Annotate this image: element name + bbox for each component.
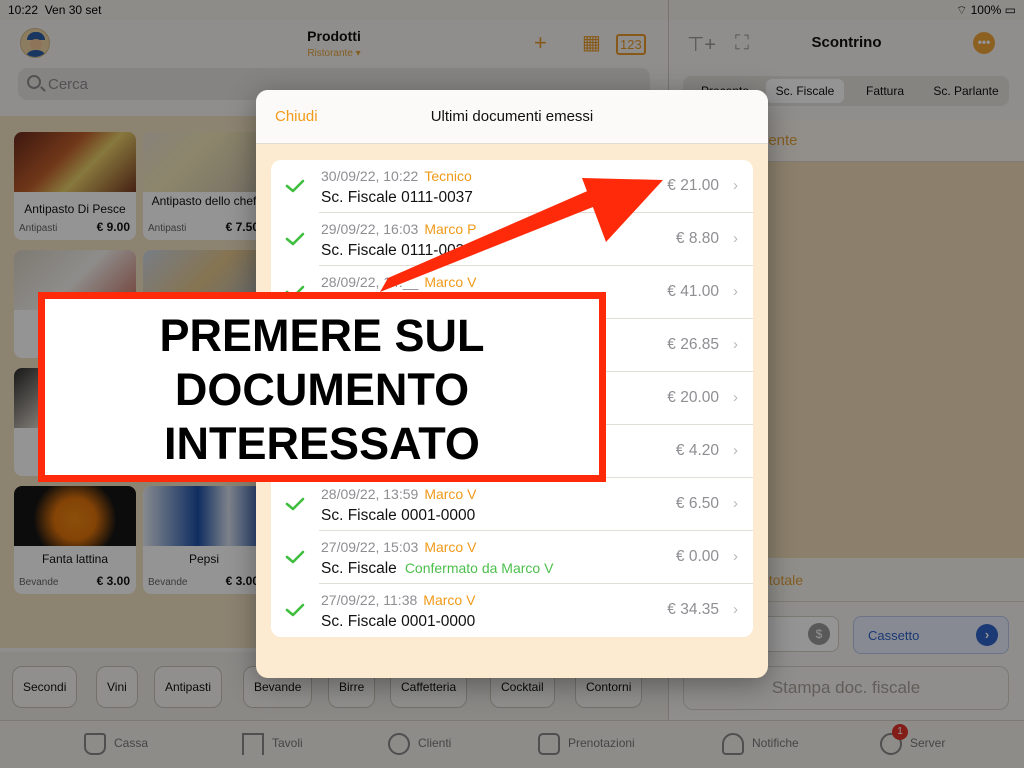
modal-header: Chiudi Ultimi documenti emessi <box>256 90 768 144</box>
chevron-right-icon: › <box>733 230 738 247</box>
chevron-right-icon: › <box>733 177 738 194</box>
checkmark-icon <box>285 497 305 511</box>
document-row[interactable]: 29/09/22, 16:03 Marco P Sc. Fiscale 0111-0… <box>271 213 753 266</box>
document-row[interactable]: 27/09/22, 11:38 Marco V Sc. Fiscale 0001-0… <box>271 584 753 637</box>
document-amount: € 8.80 <box>675 230 719 247</box>
chevron-right-icon: › <box>733 336 738 353</box>
document-number: Sc. Fiscale 0111-0036 <box>321 242 473 259</box>
checkmark-icon <box>285 232 305 246</box>
document-amount: € 4.20 <box>675 442 719 459</box>
chevron-right-icon: › <box>733 442 738 459</box>
annotation-line: INTERESSATO <box>164 418 480 469</box>
document-datetime: 30/09/22, 10:22 Tecnico <box>321 168 472 184</box>
document-user: Marco V <box>423 592 476 608</box>
document-user: Marco V <box>424 539 477 555</box>
document-row[interactable]: 27/09/22, 15:03 Marco V Sc. Fiscale Conferm… <box>271 531 753 584</box>
document-number: Sc. Fiscale Confermato da Marco V <box>321 560 554 577</box>
modal-title: Ultimi documenti emessi <box>430 108 594 125</box>
document-amount: € 0.00 <box>675 548 719 565</box>
document-datetime: 27/09/22, 15:03 Marco V <box>321 539 477 555</box>
document-datetime: 28/09/22, 13:59 Marco V <box>321 486 477 502</box>
document-row[interactable]: 28/09/22, 13:59 Marco V Sc. Fiscale 0001-0… <box>271 478 753 531</box>
document-number: Sc. Fiscale 0001-0000 <box>321 613 476 630</box>
checkmark-icon <box>285 550 305 564</box>
document-datetime: 29/09/22, 16:03 Marco P <box>321 221 477 237</box>
document-amount: € 26.85 <box>667 336 719 353</box>
document-number: Sc. Fiscale 0111-0037 <box>321 189 473 206</box>
document-user: Marco P <box>424 221 477 237</box>
annotation-line: DOCUMENTO <box>174 364 470 415</box>
annotation-callout: PREMERE SUL DOCUMENTO INTERESSATO <box>38 292 606 482</box>
document-user: Marco V <box>424 486 477 502</box>
checkmark-icon <box>285 179 305 193</box>
document-datetime: 27/09/22, 11:38 Marco V <box>321 592 476 608</box>
chevron-right-icon: › <box>733 283 738 300</box>
document-row[interactable]: 30/09/22, 10:22 Tecnico Sc. Fiscale 0111-0… <box>271 160 753 213</box>
document-user: Marco V <box>424 274 477 290</box>
chevron-right-icon: › <box>733 495 738 512</box>
document-datetime: 28/09/22, 14:__ Marco V <box>321 274 477 290</box>
checkmark-icon <box>285 603 305 617</box>
document-amount: € 21.00 <box>667 177 719 194</box>
document-amount: € 20.00 <box>667 389 719 406</box>
chevron-right-icon: › <box>733 389 738 406</box>
document-status: Confermato da Marco V <box>404 560 554 576</box>
chevron-right-icon: › <box>733 601 738 618</box>
document-number: Sc. Fiscale 0001-0000 <box>321 507 476 524</box>
annotation-line: PREMERE SUL <box>159 310 485 361</box>
document-amount: € 34.35 <box>667 601 719 618</box>
document-amount: € 6.50 <box>675 495 719 512</box>
document-user: Tecnico <box>424 168 472 184</box>
chevron-right-icon: › <box>733 548 738 565</box>
document-amount: € 41.00 <box>667 283 719 300</box>
